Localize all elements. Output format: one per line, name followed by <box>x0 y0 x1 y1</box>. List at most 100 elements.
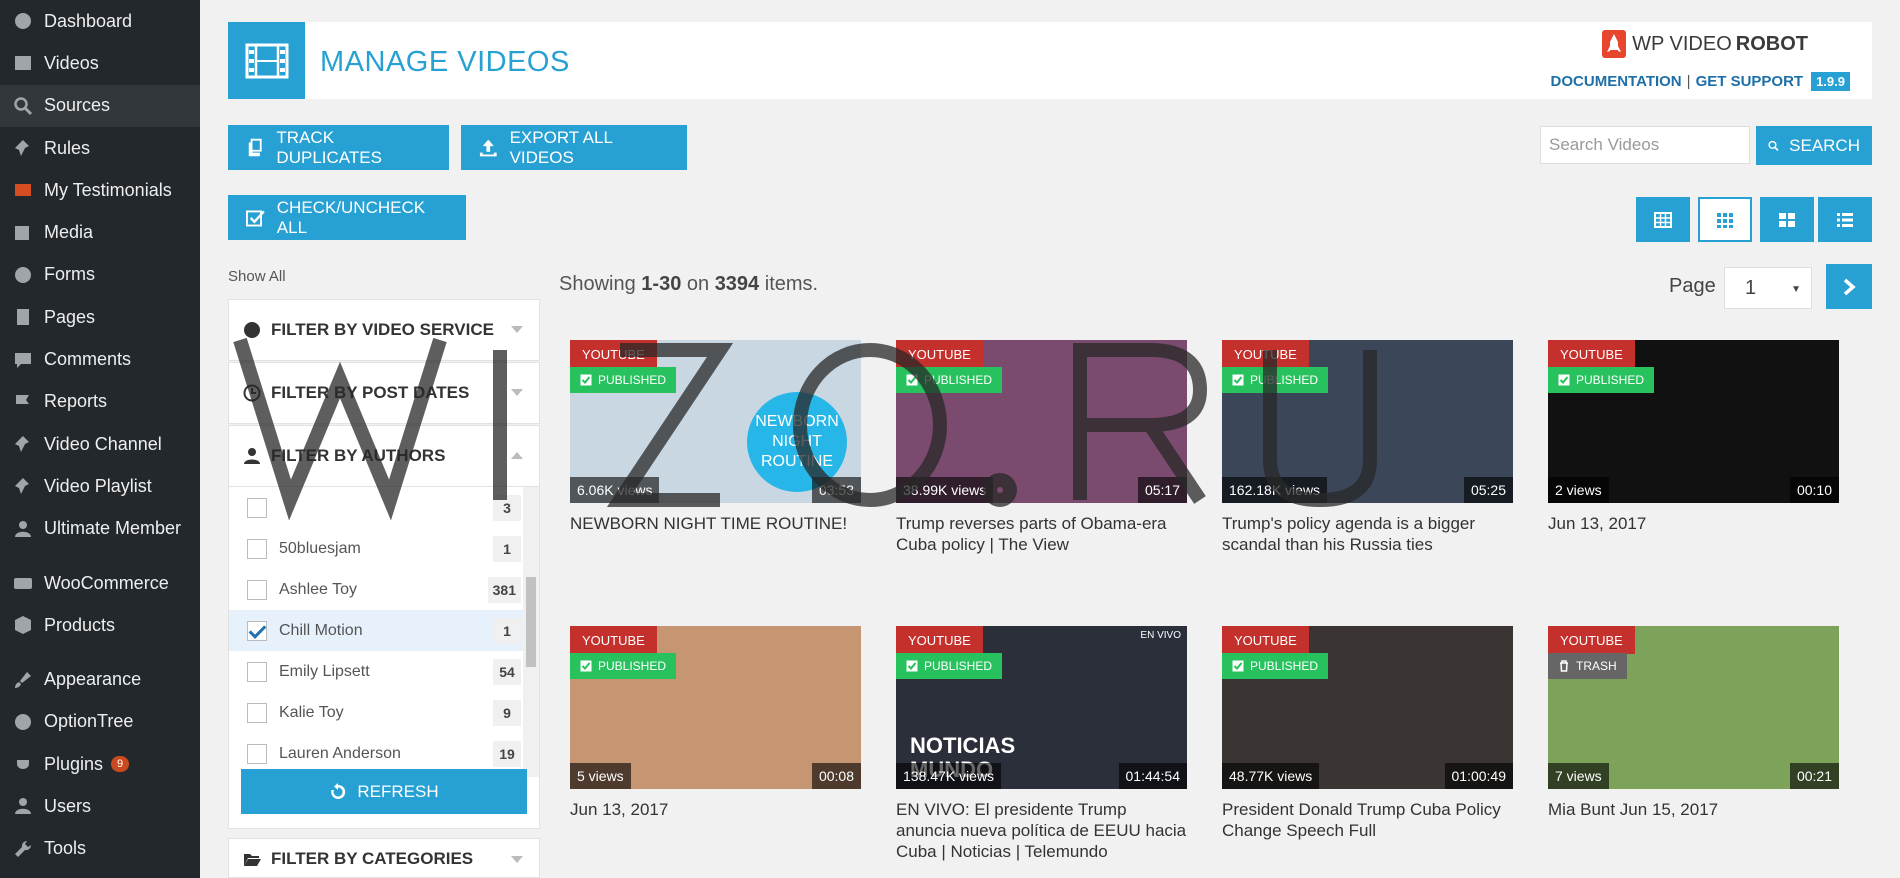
refresh-button[interactable]: REFRESH <box>241 769 527 814</box>
author-row[interactable]: 50bluesjam 1 <box>229 528 539 569</box>
video-card[interactable]: NOTICIAS MUNDOEN VIVOYOUTUBEPUBLISHED138… <box>896 626 1187 862</box>
view-list-button[interactable] <box>1818 197 1872 242</box>
sidebar-item-tools[interactable]: Tools <box>0 828 200 870</box>
author-row[interactable]: Emily Lipsett 54 <box>229 651 539 692</box>
video-card[interactable]: YOUTUBE PUBLISHED 38.99K views 05:17 Trump r… <box>896 340 1187 555</box>
video-thumbnail[interactable]: NOTICIAS MUNDOEN VIVOYOUTUBEPUBLISHED138… <box>896 626 1187 789</box>
video-card[interactable]: YOUTUBE TRASH 7 views 00:21 Mia Bunt Jun 15,… <box>1548 626 1839 820</box>
sidebar-item-optiontree[interactable]: OptionTree <box>0 701 200 743</box>
filter-post-dates[interactable]: FILTER BY POST DATES <box>228 362 540 424</box>
sidebar-item-my-testimonials[interactable]: My Testimonials <box>0 169 200 211</box>
sidebar-item-forms[interactable]: Forms <box>0 254 200 296</box>
author-list-scrollbar[interactable] <box>523 487 539 777</box>
video-thumbnail[interactable]: YOUTUBE PUBLISHED 2 views 00:10 <box>1548 340 1839 503</box>
video-thumbnail[interactable]: YOUTUBE PUBLISHED 38.99K views 05:17 <box>896 340 1187 503</box>
status-label: PUBLISHED <box>924 373 993 387</box>
author-checkbox[interactable] <box>247 579 267 600</box>
track-duplicates-button[interactable]: TRACK DUPLICATES <box>228 125 449 170</box>
video-title[interactable]: Jun 13, 2017 <box>1548 513 1839 534</box>
sidebar-item-woocommerce[interactable]: WooCommerce <box>0 562 200 604</box>
video-card[interactable]: YOUTUBE PUBLISHED 2 views 00:10 Jun 13, 2017 <box>1548 340 1839 534</box>
video-thumbnail[interactable]: NEWBORN NIGHT ROUTINE YOUTUBE PUBLISHED 6.0… <box>570 340 861 503</box>
author-row[interactable]: Ashlee Toy 381 <box>229 569 539 610</box>
next-page-button[interactable] <box>1826 264 1872 309</box>
video-card[interactable]: YOUTUBE PUBLISHED 48.77K views 01:00:49 Pres… <box>1222 626 1513 841</box>
video-duration: 03:53 <box>811 477 861 503</box>
video-title[interactable]: Mia Bunt Jun 15, 2017 <box>1548 799 1839 820</box>
export-all-button[interactable]: EXPORT ALL VIDEOS <box>461 125 687 170</box>
doc-links: DOCUMENTATION | GET SUPPORT 1.9.9 <box>1551 72 1850 91</box>
video-card[interactable]: NEWBORN NIGHT ROUTINE YOUTUBE PUBLISHED 6.0… <box>570 340 861 534</box>
author-row[interactable]: Chill Motion 1 <box>229 610 539 651</box>
video-card[interactable]: YOUTUBE PUBLISHED 5 views 00:08 Jun 13, 2017 <box>570 626 861 820</box>
video-title[interactable]: Trump's policy agenda is a bigger scanda… <box>1222 513 1513 555</box>
author-name: Kalie Toy <box>279 703 344 721</box>
filter-post-dates-label: FILTER BY POST DATES <box>271 383 470 402</box>
sidebar-item-ultimate-member[interactable]: Ultimate Member <box>0 508 200 550</box>
sidebar-item-video-channel[interactable]: Video Channel <box>0 423 200 465</box>
author-checkbox[interactable] <box>247 538 267 559</box>
version-badge: 1.9.9 <box>1811 72 1850 91</box>
page-select[interactable]: 1 ▼ <box>1724 267 1812 309</box>
author-count: 1 <box>493 536 521 562</box>
support-link[interactable]: GET SUPPORT <box>1696 73 1804 90</box>
video-thumbnail[interactable]: YOUTUBE PUBLISHED 162.18K views 05:25 <box>1222 340 1513 503</box>
author-row[interactable]: Kalie Toy 9 <box>229 692 539 733</box>
documentation-link[interactable]: DOCUMENTATION <box>1551 73 1682 90</box>
author-checkbox[interactable] <box>247 620 267 641</box>
sidebar-item-plugins[interactable]: Plugins 9 <box>0 743 200 785</box>
sidebar-item-media[interactable]: Media <box>0 211 200 253</box>
sidebar-item-products[interactable]: Products <box>0 604 200 646</box>
video-thumbnail[interactable]: YOUTUBE PUBLISHED 5 views 00:08 <box>570 626 861 789</box>
check-square-icon <box>580 660 592 672</box>
sidebar-item-sources[interactable]: Sources <box>0 84 200 127</box>
sidebar-item-label: Video Playlist <box>44 475 152 496</box>
sidebar-item-users[interactable]: Users <box>0 785 200 827</box>
author-checkbox[interactable] <box>247 702 267 723</box>
author-checkbox[interactable] <box>247 743 267 764</box>
sidebar-item-video-playlist[interactable]: Video Playlist <box>0 465 200 507</box>
table-icon <box>1654 211 1672 228</box>
author-checkbox[interactable] <box>247 497 267 518</box>
filter-categories[interactable]: FILTER BY CATEGORIES <box>228 838 540 878</box>
view-small-grid-button[interactable] <box>1698 197 1752 242</box>
filter-post-dates-header[interactable]: FILTER BY POST DATES <box>229 363 539 423</box>
filter-video-service[interactable]: FILTER BY VIDEO SERVICE <box>228 299 540 361</box>
author-count: 3 <box>493 495 521 521</box>
video-card[interactable]: YOUTUBE PUBLISHED 162.18K views 05:25 Trump'… <box>1222 340 1513 555</box>
check-uncheck-button[interactable]: CHECK/UNCHECK ALL <box>228 195 466 240</box>
author-row[interactable]: 3 <box>229 487 539 528</box>
show-all-link[interactable]: Show All <box>228 268 286 285</box>
scrollbar-thumb[interactable] <box>526 577 536 667</box>
status-label: PUBLISHED <box>598 659 667 673</box>
author-row[interactable]: Lauren Anderson 19 <box>229 733 539 774</box>
view-count: 5 views <box>570 763 631 789</box>
video-title[interactable]: EN VIVO: El presidente Trump anuncia nue… <box>896 799 1187 862</box>
sidebar-item-pages[interactable]: Pages <box>0 296 200 338</box>
video-title[interactable]: President Donald Trump Cuba Policy Chang… <box>1222 799 1513 841</box>
video-title[interactable]: Trump reverses parts of Obama-era Cuba p… <box>896 513 1187 555</box>
search-input[interactable]: Search Videos <box>1540 126 1750 164</box>
sidebar-item-dashboard[interactable]: Dashboard <box>0 0 200 42</box>
sidebar-item-rules[interactable]: Rules <box>0 127 200 169</box>
check-square-icon <box>1558 374 1570 386</box>
chevron-right-icon <box>1843 278 1856 295</box>
view-large-grid-button[interactable] <box>1760 197 1814 242</box>
filter-authors-header[interactable]: FILTER BY AUTHORS <box>229 426 539 486</box>
filter-video-service-header[interactable]: FILTER BY VIDEO SERVICE <box>229 300 539 360</box>
sidebar-item-reports[interactable]: Reports <box>0 381 200 423</box>
video-thumbnail[interactable]: YOUTUBE PUBLISHED 48.77K views 01:00:49 <box>1222 626 1513 789</box>
view-table-button[interactable] <box>1636 197 1690 242</box>
author-checkbox[interactable] <box>247 661 267 682</box>
wrench-icon <box>12 838 34 860</box>
search-button[interactable]: SEARCH <box>1756 126 1872 165</box>
sidebar-item-comments[interactable]: Comments <box>0 338 200 380</box>
sidebar-item-videos[interactable]: Videos <box>0 42 200 84</box>
copy-icon <box>248 138 262 156</box>
author-name: Emily Lipsett <box>279 662 370 680</box>
video-title[interactable]: Jun 13, 2017 <box>570 799 861 820</box>
sidebar-item-appearance[interactable]: Appearance <box>0 658 200 700</box>
filter-categories-header[interactable]: FILTER BY CATEGORIES <box>229 839 539 877</box>
video-title[interactable]: NEWBORN NIGHT TIME ROUTINE! <box>570 513 861 534</box>
video-thumbnail[interactable]: YOUTUBE TRASH 7 views 00:21 <box>1548 626 1839 789</box>
